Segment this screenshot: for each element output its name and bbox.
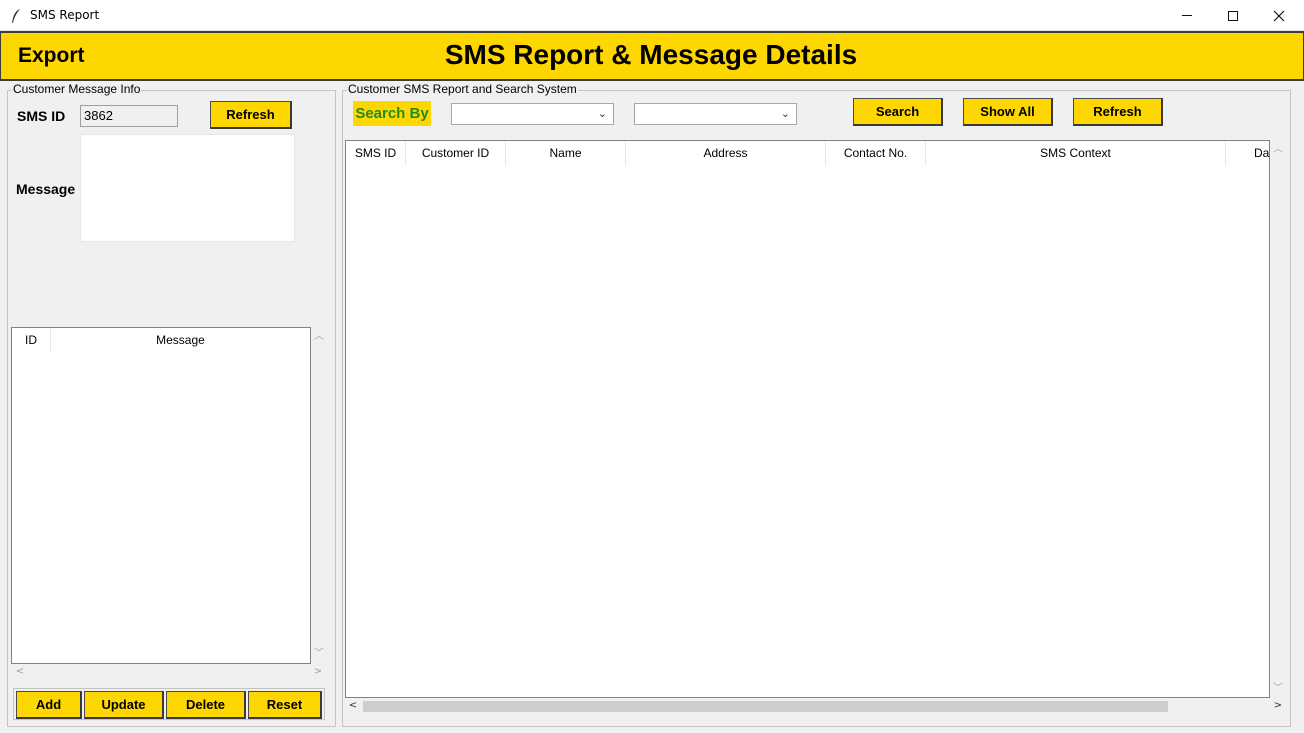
customer-message-info-label: Customer Message Info: [12, 82, 142, 96]
scroll-down-icon[interactable]: ﹀: [312, 647, 326, 661]
maximize-button[interactable]: [1210, 0, 1256, 31]
close-icon: [1273, 10, 1285, 21]
message-label: Message: [16, 181, 76, 197]
message-textbox[interactable]: [80, 134, 295, 242]
delete-button[interactable]: Delete: [166, 691, 246, 719]
message-table[interactable]: ID Message: [11, 327, 311, 664]
search-field-combobox[interactable]: ⌄: [451, 103, 614, 125]
reset-button[interactable]: Reset: [248, 691, 322, 719]
scroll-up-icon[interactable]: ︿: [1271, 143, 1285, 157]
column-header-date[interactable]: Da: [1226, 141, 1269, 165]
search-by-label: Search By: [353, 101, 431, 126]
add-button[interactable]: Add: [16, 691, 82, 719]
search-text-combobox[interactable]: ⌄: [634, 103, 797, 125]
scroll-right-icon[interactable]: >: [311, 665, 325, 679]
message-table-header: ID Message: [12, 328, 310, 352]
column-header-address[interactable]: Address: [626, 141, 826, 165]
sms-id-field[interactable]: 3862: [80, 105, 178, 127]
header-bar: Export SMS Report & Message Details: [0, 31, 1304, 81]
page-title: SMS Report & Message Details: [444, 39, 858, 70]
column-header-sms-context[interactable]: SMS Context: [926, 141, 1226, 165]
sms-report-horizontal-scrollbar[interactable]: < >: [345, 698, 1287, 715]
chevron-down-icon: ⌄: [597, 107, 607, 120]
search-button[interactable]: Search: [853, 98, 943, 126]
scroll-up-icon[interactable]: ︿: [312, 330, 326, 344]
update-button[interactable]: Update: [84, 691, 164, 719]
close-button[interactable]: [1256, 0, 1302, 31]
window-titlebar: SMS Report: [0, 0, 1304, 31]
scroll-left-icon[interactable]: <: [13, 665, 27, 679]
sms-report-table-header: SMS ID Customer ID Name Address Contact …: [346, 141, 1269, 165]
column-header-customer-id[interactable]: Customer ID: [406, 141, 506, 165]
column-header-name[interactable]: Name: [506, 141, 626, 165]
right-refresh-button[interactable]: Refresh: [1073, 98, 1163, 126]
scroll-left-icon[interactable]: <: [346, 699, 360, 713]
window-title: SMS Report: [30, 8, 100, 22]
scrollbar-thumb[interactable]: [363, 701, 1168, 712]
maximize-icon: [1228, 10, 1238, 21]
sms-report-vertical-scrollbar[interactable]: ︿ ﹀: [1270, 140, 1287, 698]
scroll-right-icon[interactable]: >: [1271, 699, 1285, 713]
column-header-contact-no[interactable]: Contact No.: [826, 141, 926, 165]
column-header-id[interactable]: ID: [12, 328, 51, 352]
minimize-icon: [1182, 15, 1192, 16]
show-all-button[interactable]: Show All: [963, 98, 1053, 126]
sms-report-table[interactable]: SMS ID Customer ID Name Address Contact …: [345, 140, 1270, 698]
minimize-button[interactable]: [1164, 0, 1210, 31]
message-table-horizontal-scrollbar[interactable]: < >: [11, 664, 328, 681]
sms-report-search-label: Customer SMS Report and Search System: [347, 82, 578, 96]
chevron-down-icon: ⌄: [780, 107, 790, 120]
sms-id-label: SMS ID: [17, 108, 66, 124]
column-header-message[interactable]: Message: [51, 328, 310, 352]
left-refresh-button[interactable]: Refresh: [210, 101, 292, 129]
scroll-down-icon[interactable]: ﹀: [1271, 682, 1285, 696]
feather-icon: [10, 8, 22, 24]
message-table-vertical-scrollbar[interactable]: ︿ ﹀: [311, 327, 328, 664]
column-header-sms-id[interactable]: SMS ID: [346, 141, 406, 165]
